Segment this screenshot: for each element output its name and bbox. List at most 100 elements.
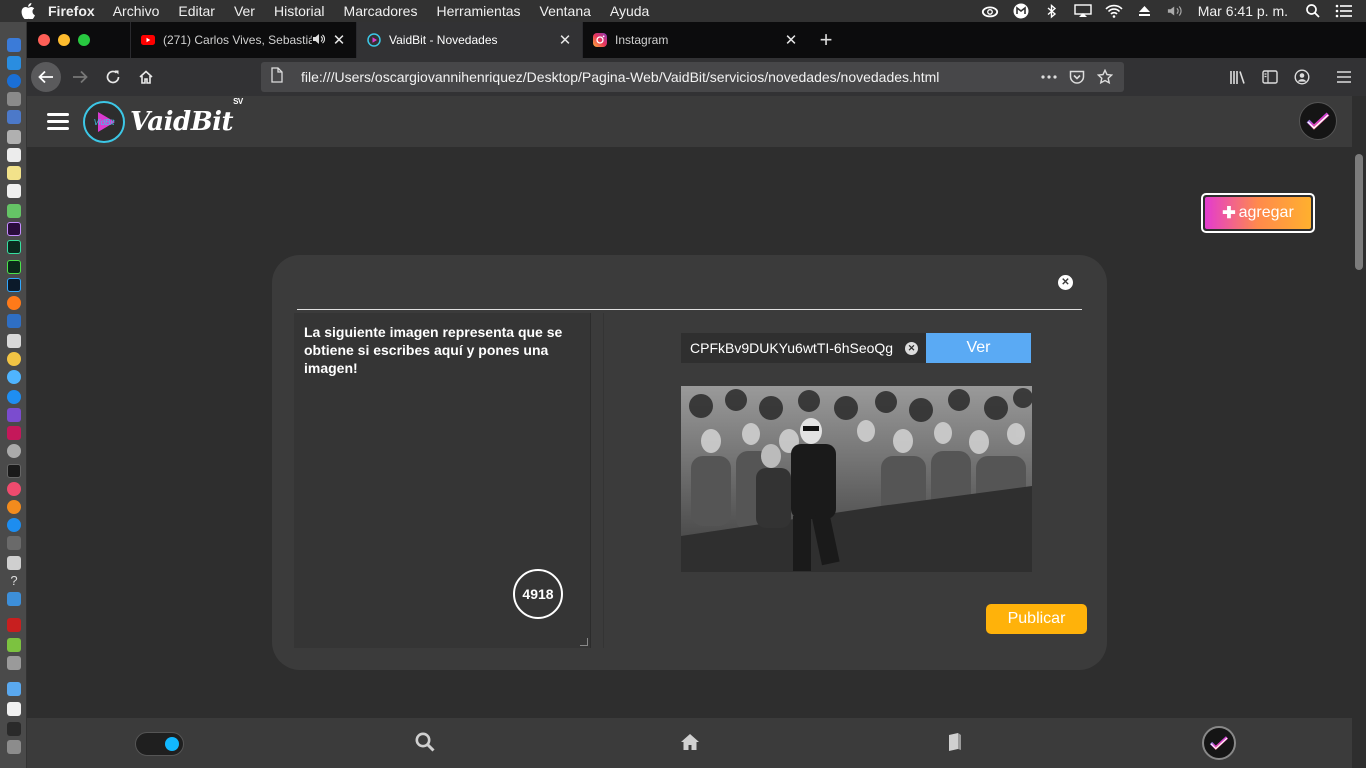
account-icon[interactable] [1292,67,1312,87]
back-button[interactable] [31,62,61,92]
help-dock-icon[interactable]: ? [7,574,21,588]
profile-avatar[interactable] [1202,726,1236,760]
add-post-button[interactable]: ✚ agregar [1201,193,1315,233]
wifi-icon[interactable] [1105,4,1123,18]
volume-icon[interactable] [1167,4,1185,18]
page-scrollbar[interactable] [1352,96,1366,768]
menu-marcadores[interactable]: Marcadores [344,3,418,19]
close-window-button[interactable] [38,34,50,46]
image-id-input[interactable]: CPFkBv9DUKYu6wtTI-6hSeoQg ✕ [681,333,926,363]
teamviewer-dock-icon[interactable] [7,314,21,328]
forward-button[interactable] [66,63,94,91]
eject-icon[interactable] [1136,4,1154,18]
view-button[interactable]: Ver [926,333,1031,363]
filezilla-dock-icon[interactable] [7,618,21,632]
trash-dock-icon[interactable] [7,740,21,754]
apple-icon[interactable] [20,3,36,19]
menu-archivo[interactable]: Archivo [113,3,160,19]
vaidbit-logo[interactable]: VidBit VaidBitSV [83,97,243,143]
menubar-clock[interactable]: Mar 6:41 p. m. [1198,3,1288,19]
drive-dock-icon[interactable] [7,656,21,670]
firefox-dock-icon[interactable] [7,296,21,310]
zoom-window-button[interactable] [78,34,90,46]
pocket-icon[interactable] [1068,70,1086,84]
library-icon[interactable] [1228,67,1248,87]
xd-dock-icon[interactable] [7,408,21,422]
spotlight-search-icon[interactable] [1304,4,1322,18]
siri-dock-icon[interactable] [7,56,21,70]
hamburger-menu-icon[interactable] [47,113,69,130]
address-bar[interactable]: file:///Users/oscargiovannihenriquez/Des… [261,62,1124,92]
yoink-dock-icon[interactable] [7,426,21,440]
new-tab-button[interactable]: + [808,22,844,58]
disk-utility-dock-icon[interactable] [7,556,21,570]
airplay-icon[interactable] [1074,4,1092,18]
url-text[interactable]: file:///Users/oscargiovannihenriquez/Des… [301,69,1040,85]
notes-dock-icon[interactable] [7,166,21,180]
creative-cloud-icon[interactable] [981,4,999,18]
menu-herramientas[interactable]: Herramientas [436,3,520,19]
terminal-dock-icon[interactable] [7,464,21,478]
tab-vaidbit[interactable]: VaidBit - Novedades ✕ [356,22,582,58]
bookmark-star-icon[interactable] [1096,69,1114,85]
audition-dock-icon[interactable] [7,240,21,254]
calendar-dock-icon[interactable] [7,148,21,162]
clear-input-icon[interactable]: ✕ [905,341,918,355]
chrome-dock-icon[interactable] [7,370,21,384]
tab-instagram[interactable]: Instagram ✕ [582,22,808,58]
close-tab-icon[interactable]: ✕ [784,32,798,49]
documents-dock-icon[interactable] [7,702,21,716]
books-dock-icon[interactable] [7,500,21,514]
menu-ayuda[interactable]: Ayuda [610,3,649,19]
app-menu-icon[interactable] [1334,67,1354,87]
stack-dock-icon[interactable] [7,722,21,736]
downloads-folder-dock-icon[interactable] [7,682,21,696]
menu-editar[interactable]: Editar [178,3,215,19]
music-dock-icon[interactable] [7,482,21,496]
maps-dock-icon[interactable] [7,204,21,218]
menu-ventana[interactable]: Ventana [540,3,591,19]
mail-dock-icon[interactable] [7,110,21,124]
finder-dock-icon[interactable] [7,38,21,52]
sidebar-icon[interactable] [1260,67,1280,87]
appstore-dock-icon[interactable] [7,518,21,532]
launchpad-dock-icon[interactable] [7,92,21,106]
settings-dock-icon[interactable] [7,444,21,458]
safari-dock-icon[interactable] [7,74,21,88]
gmail-status-icon[interactable] [1012,3,1030,19]
avatar[interactable] [1299,102,1337,140]
xcode-dock-icon[interactable] [7,592,21,606]
home-icon[interactable] [679,731,701,753]
toggle-switch[interactable] [135,732,184,756]
resize-handle[interactable] [580,638,588,646]
dreamweaver-dock-icon[interactable] [7,260,21,274]
page-actions-icon[interactable] [1040,75,1058,79]
home-button[interactable] [132,63,160,91]
speaker-icon[interactable] [312,33,326,48]
contacts-dock-icon[interactable] [7,130,21,144]
publish-button[interactable]: Publicar [986,604,1087,634]
notification-center-icon[interactable] [1335,4,1353,18]
bluetooth-icon[interactable] [1043,3,1061,19]
menu-app-name[interactable]: Firefox [48,3,95,19]
photoshop-dock-icon[interactable] [7,278,21,292]
android-dock-icon[interactable] [7,638,21,652]
premiere-dock-icon[interactable] [7,222,21,236]
minimize-window-button[interactable] [58,34,70,46]
image-id-value[interactable]: CPFkBv9DUKYu6wtTI-6hSeoQg [690,340,905,356]
messages-dock-icon[interactable] [7,390,21,404]
system-preferences-dock-icon[interactable] [7,536,21,550]
book-icon[interactable] [944,731,966,753]
close-tab-icon[interactable]: ✕ [332,32,346,49]
scrollbar-thumb[interactable] [1355,154,1363,270]
menu-ver[interactable]: Ver [234,3,255,19]
search-icon[interactable] [414,731,436,753]
reload-button[interactable] [99,63,127,91]
preview-dock-icon[interactable] [7,334,21,348]
tab-youtube[interactable]: (271) Carlos Vives, Sebastián Y ✕ [130,22,356,58]
reminders-dock-icon[interactable] [7,184,21,198]
menu-historial[interactable]: Historial [274,3,325,19]
photos-dock-icon[interactable] [7,352,21,366]
close-tab-icon[interactable]: ✕ [558,32,572,49]
close-modal-icon[interactable]: ✕ [1058,275,1073,290]
